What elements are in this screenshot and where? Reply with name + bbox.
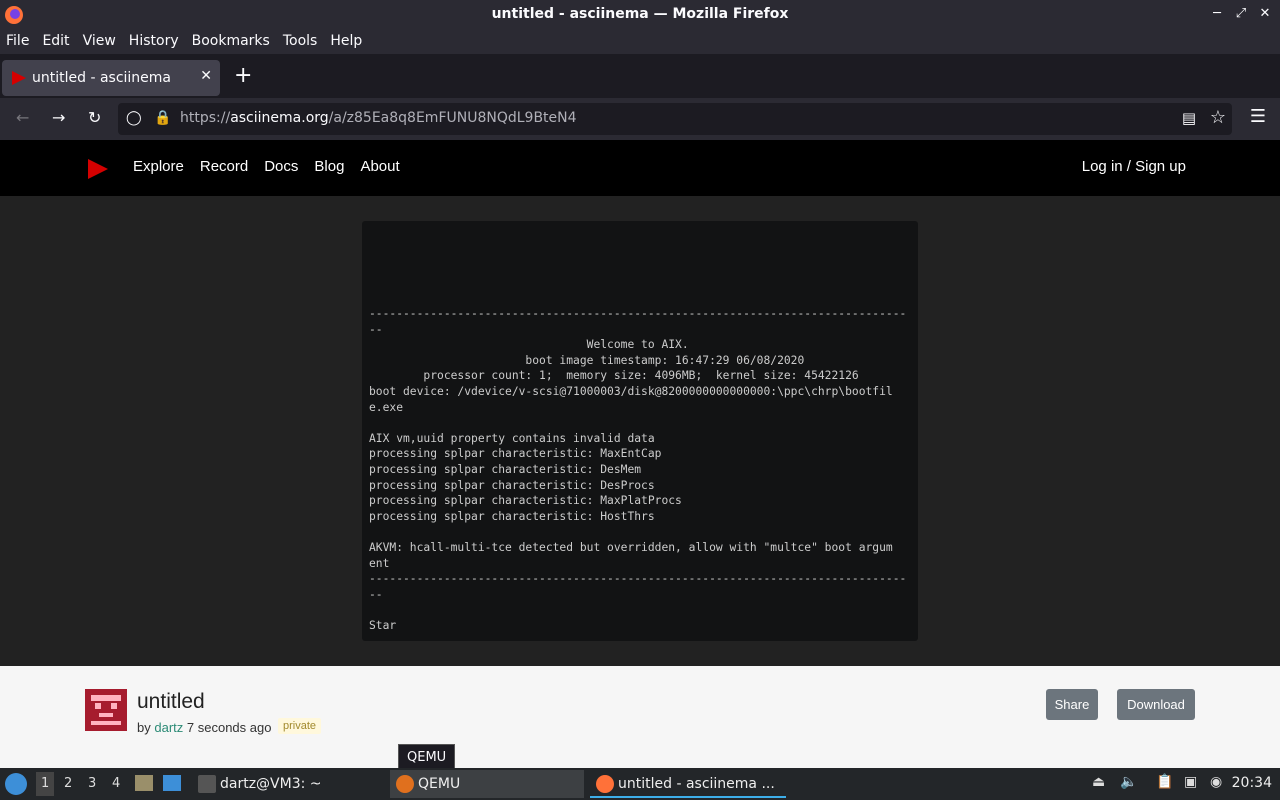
reader-view-icon[interactable]: ▤	[1182, 109, 1196, 127]
qemu-icon	[396, 775, 414, 793]
window-title-bar: untitled - asciinema — Mozilla Firefox ─…	[0, 0, 1280, 30]
login-signup-link[interactable]: Log in / Sign up	[1082, 158, 1186, 175]
player-stage: ----------------------------------------…	[0, 196, 1280, 666]
terminal-output: ----------------------------------------…	[369, 306, 913, 633]
nav-record[interactable]: Record	[200, 158, 248, 175]
task-terminal[interactable]: dartz@VM3: ~	[192, 770, 372, 798]
share-button[interactable]: Share	[1046, 689, 1098, 720]
terminal-line: ent	[369, 556, 390, 570]
url-bar[interactable]: ◯ 🔒 https://asciinema.org/a/z85Ea8q8EmFU…	[118, 103, 1232, 135]
taskbar: 1 2 3 4 dartz@VM3: ~ QEMU untitled - asc…	[0, 768, 1280, 800]
restore-icon[interactable]: ⤢	[1234, 6, 1248, 21]
tab-asciinema[interactable]: untitled - asciinema ✕	[2, 60, 220, 96]
back-icon[interactable]: ←	[16, 108, 29, 127]
workspace-3[interactable]: 3	[88, 776, 96, 791]
volume-icon[interactable]: 🔈	[1120, 774, 1137, 790]
task-qemu[interactable]: QEMU	[390, 770, 584, 798]
terminal-line: --	[369, 587, 383, 601]
close-window-icon[interactable]: ✕	[1258, 6, 1272, 21]
recording-title: untitled	[137, 690, 205, 713]
terminal-line: AIX vm,uuid property contains invalid da…	[369, 431, 655, 445]
terminal-player[interactable]: ----------------------------------------…	[362, 221, 918, 641]
tab-strip: untitled - asciinema ✕ +	[0, 56, 1280, 98]
tab-title: untitled - asciinema	[32, 70, 172, 86]
minimize-icon[interactable]: ─	[1210, 6, 1224, 21]
window-title: untitled - asciinema — Mozilla Firefox	[491, 6, 789, 22]
url-text[interactable]: https://asciinema.org/a/z85Ea8q8EmFUNU8N…	[180, 110, 577, 126]
menu-history[interactable]: History	[129, 30, 185, 54]
reload-icon[interactable]: ↻	[88, 108, 101, 127]
asciinema-favicon-icon	[12, 71, 26, 85]
terminal-line: processing splpar characteristic: MaxPla…	[369, 494, 682, 508]
download-button[interactable]: Download	[1117, 689, 1195, 720]
nav-about[interactable]: About	[360, 158, 399, 175]
terminal-line: e.exe	[369, 400, 404, 414]
terminal-line: processing splpar characteristic: DesPro…	[369, 478, 655, 492]
site-header: Explore Record Docs Blog About Log in / …	[0, 140, 1280, 196]
page-content: Explore Record Docs Blog About Log in / …	[0, 140, 1280, 768]
bookmark-star-icon[interactable]: ☆	[1210, 107, 1226, 128]
nav-blog[interactable]: Blog	[314, 158, 344, 175]
terminal-line: Star	[369, 618, 397, 632]
terminal-line: Welcome to AIX.	[369, 338, 689, 352]
site-nav: Explore Record Docs Blog About	[133, 158, 400, 175]
terminal-line: processing splpar characteristic: HostTh…	[369, 509, 655, 523]
menu-view[interactable]: View	[83, 30, 122, 54]
terminal-line: AKVM: hcall-multi-tce detected but overr…	[369, 540, 893, 554]
lock-icon[interactable]: 🔒	[154, 110, 171, 126]
clock: 20:34	[1231, 775, 1272, 791]
menu-help[interactable]: Help	[330, 30, 368, 54]
private-badge: private	[278, 718, 322, 734]
network-icon[interactable]: ▣	[1184, 774, 1197, 790]
recording-info: untitled by dartz 7 seconds ago private …	[0, 666, 1280, 768]
close-tab-icon[interactable]: ✕	[200, 68, 212, 84]
menu-tools[interactable]: Tools	[283, 30, 324, 54]
terminal-icon	[198, 775, 216, 793]
navigation-bar: ← → ↻ ◯ 🔒 https://asciinema.org/a/z85Ea8…	[0, 98, 1280, 140]
workspace-2[interactable]: 2	[64, 776, 72, 791]
show-desktop-icon[interactable]	[163, 775, 181, 791]
recording-byline: by dartz 7 seconds ago	[137, 720, 272, 735]
clipboard-icon[interactable]: 📋	[1156, 774, 1173, 790]
notification-icon[interactable]: ◉	[1210, 774, 1222, 790]
eject-icon[interactable]: ⏏	[1092, 774, 1105, 790]
taskbar-tooltip: QEMU	[398, 744, 456, 771]
firefox-task-icon	[596, 775, 614, 793]
terminal-line: boot device: /vdevice/v-scsi@71000003/di…	[369, 384, 893, 398]
terminal-line: boot image timestamp: 16:47:29 06/08/202…	[369, 353, 805, 367]
nav-docs[interactable]: Docs	[264, 158, 298, 175]
nav-explore[interactable]: Explore	[133, 158, 184, 175]
file-manager-icon[interactable]	[135, 775, 153, 791]
terminal-line: processing splpar characteristic: DesMem	[369, 462, 642, 476]
menu-bookmarks[interactable]: Bookmarks	[192, 30, 276, 54]
forward-icon[interactable]: →	[52, 108, 65, 127]
terminal-line: ----------------------------------------…	[369, 307, 907, 320]
start-menu-icon[interactable]	[5, 773, 27, 795]
avatar[interactable]	[85, 689, 127, 731]
terminal-line: processor count: 1; memory size: 4096MB;…	[369, 369, 859, 383]
terminal-line: ----------------------------------------…	[369, 572, 907, 586]
author-link[interactable]: dartz	[154, 720, 183, 735]
menu-edit[interactable]: Edit	[42, 30, 75, 54]
workspace-4[interactable]: 4	[112, 776, 120, 791]
workspace-1[interactable]: 1	[36, 772, 55, 796]
tracking-protection-icon[interactable]: ◯	[126, 110, 142, 126]
menu-bar: File Edit View History Bookmarks Tools H…	[0, 30, 1280, 54]
app-menu-icon[interactable]: ☰	[1250, 106, 1266, 127]
new-tab-icon[interactable]: +	[234, 65, 252, 87]
terminal-line: processing splpar characteristic: MaxEnt…	[369, 447, 662, 461]
task-firefox[interactable]: untitled - asciinema ...	[590, 770, 786, 798]
menu-file[interactable]: File	[6, 30, 35, 54]
asciinema-logo-icon[interactable]	[88, 159, 108, 179]
terminal-line: --	[369, 322, 383, 336]
